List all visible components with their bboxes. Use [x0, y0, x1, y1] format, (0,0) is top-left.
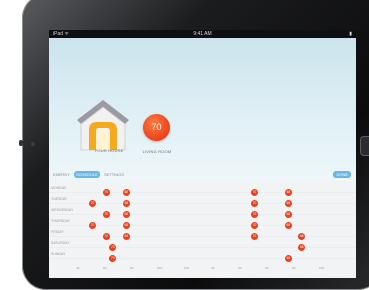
- day-label-monday: MONDAY: [51, 186, 67, 190]
- schedule-grid-lines: [49, 192, 356, 259]
- setpoint-dot[interactable]: 70: [89, 200, 96, 207]
- hour-tick: 6P: [265, 266, 269, 270]
- setpoint-dot[interactable]: 70: [251, 189, 258, 196]
- device-side-button: [19, 140, 23, 146]
- clock: 9:41 AM: [193, 31, 212, 37]
- app-screen: iPad ᯤ 9:41 AM ▮ YOUR HOUSE 70 LIVING RO…: [49, 30, 356, 278]
- setpoint-dot[interactable]: 70: [251, 233, 258, 240]
- hour-tick: 6A: [103, 266, 107, 270]
- day-label-saturday: SATURDAY: [51, 241, 70, 245]
- house-icon[interactable]: [75, 98, 131, 152]
- day-label-tuesday: TUESDAY: [51, 197, 68, 201]
- hour-tick: 10A: [157, 266, 163, 270]
- day-label-friday: FRIDAY: [51, 230, 64, 234]
- hour-tick: 8A: [130, 266, 134, 270]
- setpoint-dot[interactable]: 70: [102, 211, 110, 218]
- setpoint-dot[interactable]: 68: [122, 189, 130, 196]
- setpoint-dot[interactable]: 70: [102, 233, 110, 240]
- setpoint-dot[interactable]: 70: [251, 222, 258, 229]
- status-bar: iPad ᯤ 9:41 AM ▮: [49, 30, 356, 38]
- setpoint-dot[interactable]: 68: [284, 200, 292, 207]
- setpoint-dot[interactable]: 70: [102, 189, 110, 196]
- setpoint-dot[interactable]: 70: [89, 222, 96, 229]
- setpoint-dot[interactable]: 68: [284, 222, 292, 229]
- hour-tick: 4P: [238, 266, 242, 270]
- tab-schedule[interactable]: SCHEDULE: [74, 171, 100, 178]
- hour-tick: 12P: [184, 266, 190, 270]
- tab-settings[interactable]: SETTINGS: [102, 171, 126, 178]
- setpoint-dot[interactable]: 68: [122, 211, 130, 218]
- setpoint-dot[interactable]: 68: [122, 233, 130, 240]
- temperature-dial[interactable]: 70: [143, 114, 170, 141]
- hour-tick: 4A: [76, 266, 80, 270]
- day-label-thursday: THURSDAY: [51, 219, 70, 223]
- done-button[interactable]: DONE: [333, 171, 351, 178]
- setpoint-dot[interactable]: 68: [122, 222, 130, 229]
- setpoint-dot[interactable]: 70: [251, 200, 258, 207]
- setpoint-dot[interactable]: 70: [251, 211, 258, 218]
- setpoint-dot[interactable]: 68: [284, 255, 292, 262]
- battery-icon: ▮: [349, 31, 352, 37]
- home-button[interactable]: [360, 136, 369, 156]
- schedule-grid[interactable]: MONDAY TUESDAY WEDNESDAY THURSDAY FRIDAY SATU…: [49, 181, 356, 278]
- temperature-label: LIVING ROOM: [142, 149, 172, 154]
- hour-tick: 10P: [319, 266, 325, 270]
- setpoint-dot[interactable]: 68: [284, 211, 292, 218]
- tab-energy[interactable]: ENERGY: [51, 171, 72, 178]
- house-label: YOUR HOUSE: [94, 148, 124, 153]
- hour-tick: 8P: [292, 266, 296, 270]
- tab-bar: ENERGY SCHEDULE SETTINGS DONE: [49, 171, 356, 179]
- front-camera: [31, 142, 35, 146]
- hour-tick: 2P: [211, 266, 215, 270]
- setpoint-dot[interactable]: 68: [122, 200, 130, 207]
- day-label-wednesday: WEDNESDAY: [51, 208, 74, 212]
- setpoint-dot[interactable]: 68: [284, 189, 292, 196]
- day-label-sunday: SUNDAY: [51, 252, 66, 256]
